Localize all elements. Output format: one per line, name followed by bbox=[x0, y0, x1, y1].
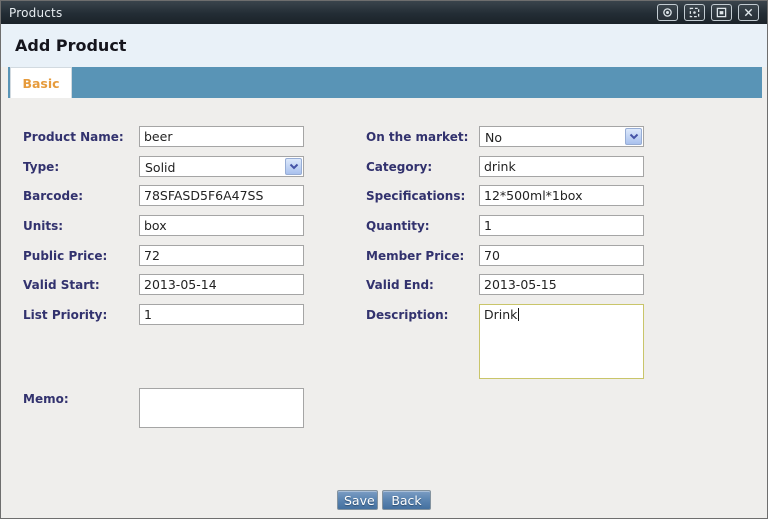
list-priority-input[interactable] bbox=[139, 304, 304, 325]
maximize-icon[interactable] bbox=[684, 4, 705, 21]
page-title: Add Product bbox=[15, 36, 126, 55]
member-price-label: Member Price: bbox=[366, 249, 464, 263]
valid-start-input[interactable] bbox=[139, 274, 304, 295]
units-input[interactable] bbox=[139, 215, 304, 236]
window-title: Products bbox=[9, 6, 62, 20]
barcode-input[interactable] bbox=[139, 185, 304, 206]
public-price-input[interactable] bbox=[139, 245, 304, 266]
product-name-label: Product Name: bbox=[23, 130, 124, 144]
close-icon[interactable] bbox=[738, 4, 759, 21]
specifications-input[interactable] bbox=[479, 185, 644, 206]
barcode-label: Barcode: bbox=[23, 189, 83, 203]
description-text: Drink bbox=[484, 307, 517, 322]
chevron-down-icon bbox=[285, 158, 302, 175]
products-window: Products bbox=[0, 0, 768, 519]
product-name-input[interactable] bbox=[139, 126, 304, 147]
description-textarea[interactable]: Drink bbox=[479, 304, 644, 379]
text-caret bbox=[518, 308, 519, 321]
public-price-label: Public Price: bbox=[23, 249, 107, 263]
window-titlebar: Products bbox=[1, 1, 767, 24]
description-label: Description: bbox=[366, 308, 448, 322]
on-the-market-select[interactable]: No bbox=[479, 126, 644, 147]
valid-end-input[interactable] bbox=[479, 274, 644, 295]
quantity-input[interactable] bbox=[479, 215, 644, 236]
category-input[interactable] bbox=[479, 156, 644, 177]
tab-basic[interactable]: Basic bbox=[10, 67, 72, 98]
restore-icon[interactable] bbox=[711, 4, 732, 21]
category-label: Category: bbox=[366, 160, 432, 174]
save-button[interactable]: Save bbox=[337, 490, 378, 510]
specifications-label: Specifications: bbox=[366, 189, 465, 203]
on-the-market-label: On the market: bbox=[366, 130, 468, 144]
tab-bar: Basic bbox=[8, 67, 762, 98]
add-product-form: Product Name: Type: Barcode: Units: Publ… bbox=[1, 98, 767, 518]
collapse-icon[interactable] bbox=[657, 4, 678, 21]
memo-label: Memo: bbox=[23, 392, 69, 406]
type-select-value: Solid bbox=[145, 160, 175, 175]
list-priority-label: List Priority: bbox=[23, 308, 107, 322]
chevron-down-icon bbox=[625, 128, 642, 145]
type-label: Type: bbox=[23, 160, 59, 174]
page-header: Add Product bbox=[1, 24, 767, 67]
valid-end-label: Valid End: bbox=[366, 278, 434, 292]
quantity-label: Quantity: bbox=[366, 219, 430, 233]
member-price-input[interactable] bbox=[479, 245, 644, 266]
units-label: Units: bbox=[23, 219, 63, 233]
window-controls bbox=[657, 4, 759, 21]
valid-start-label: Valid Start: bbox=[23, 278, 100, 292]
back-button[interactable]: Back bbox=[382, 490, 431, 510]
on-the-market-select-value: No bbox=[485, 130, 502, 145]
type-select[interactable]: Solid bbox=[139, 156, 304, 177]
memo-textarea[interactable] bbox=[139, 388, 304, 428]
